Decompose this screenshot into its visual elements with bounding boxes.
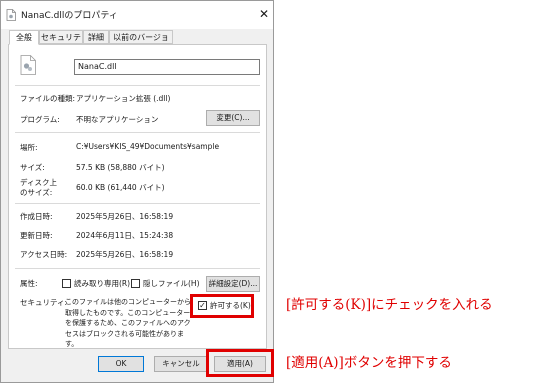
hidden-checkbox[interactable] bbox=[131, 279, 140, 288]
file-name-field[interactable]: NanaC.dll bbox=[74, 59, 260, 75]
unblock-highlight-box bbox=[190, 294, 254, 318]
file-type-value: アプリケーション拡張 (.dll) bbox=[76, 94, 171, 103]
modified-label: 更新日時: bbox=[20, 231, 53, 240]
tab-details[interactable]: 詳細 bbox=[83, 30, 109, 44]
unblock-instruction: [許可する(K)]にチェックを入れる bbox=[286, 297, 493, 313]
cancel-button[interactable]: キャンセル bbox=[154, 356, 208, 372]
tab-security[interactable]: セキュリティ bbox=[39, 30, 83, 56]
hidden-label[interactable]: 隠しファイル(H) bbox=[143, 278, 200, 289]
created-value: 2025年5月26日、16:58:19 bbox=[76, 212, 174, 221]
size-value: 57.5 KB (58,880 バイト) bbox=[76, 163, 165, 172]
title-bar: NanaC.dllのプロパティ ✕ bbox=[1, 1, 273, 29]
close-icon[interactable]: ✕ bbox=[255, 5, 273, 23]
divider bbox=[15, 132, 260, 133]
file-type-icon bbox=[20, 55, 36, 75]
security-label: セキュリティ: bbox=[20, 298, 68, 307]
advanced-button[interactable]: 詳細設定(D)... bbox=[206, 276, 260, 292]
divider bbox=[15, 203, 260, 204]
created-label: 作成日時: bbox=[20, 212, 53, 221]
apply-instruction: [適用(A)]ボタンを押下する bbox=[286, 355, 452, 371]
window-title: NanaC.dllのプロパティ bbox=[21, 11, 118, 21]
readonly-checkbox[interactable] bbox=[62, 279, 71, 288]
tab-previous-versions[interactable]: 以前のバージョン bbox=[109, 30, 173, 56]
accessed-value: 2025年5月26日、16:58:19 bbox=[76, 250, 174, 259]
properties-dialog: NanaC.dllのプロパティ ✕ 全般 セキュリティ 詳細 以前のバージョン … bbox=[0, 0, 274, 383]
security-message: このファイルは他のコンピューターから取得したものです。このコンピューターを保護す… bbox=[65, 298, 191, 348]
accessed-label: アクセス日時: bbox=[20, 250, 68, 259]
location-value: C:¥Users¥KIS_49¥Documents¥sample bbox=[76, 142, 220, 151]
ok-button[interactable]: OK bbox=[98, 356, 144, 372]
attributes-label: 属性: bbox=[20, 279, 38, 288]
change-button[interactable]: 変更(C)... bbox=[206, 110, 260, 126]
modified-value: 2024年6月11日、15:24:38 bbox=[76, 231, 174, 240]
apply-highlight-box bbox=[206, 349, 274, 377]
disk-size-value: 60.0 KB (61,440 バイト) bbox=[76, 183, 165, 192]
dll-file-icon bbox=[6, 9, 16, 21]
location-label: 場所: bbox=[20, 143, 38, 152]
size-label: サイズ: bbox=[20, 163, 45, 172]
readonly-label[interactable]: 読み取り専用(R) bbox=[74, 278, 130, 289]
tab-general[interactable]: 全般 bbox=[9, 30, 39, 45]
program-value: 不明なアプリケーション bbox=[76, 115, 159, 124]
program-label: プログラム: bbox=[20, 115, 60, 124]
divider bbox=[15, 268, 260, 269]
divider bbox=[15, 85, 260, 86]
disk-size-label-line2: のサイズ: bbox=[20, 188, 53, 197]
file-type-label: ファイルの種類: bbox=[20, 94, 76, 103]
